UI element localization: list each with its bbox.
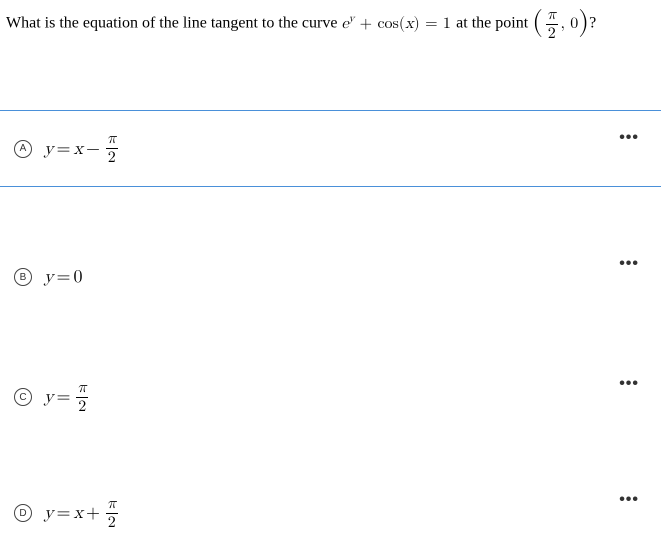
option-a[interactable]: A y = x − π 2 ••• [0,110,661,187]
question-prefix: What is the equation of the line tangent… [6,15,341,32]
option-c-letter: C [14,388,32,406]
more-icon[interactable]: ••• [619,255,639,273]
point: ( π 2 , 0) [532,16,589,32]
more-icon[interactable]: ••• [619,129,639,147]
option-c[interactable]: C y = π 2 ••• [0,367,661,427]
question-text: What is the equation of the line tangent… [0,0,661,42]
option-d-letter: D [14,504,32,522]
more-icon[interactable]: ••• [619,375,639,393]
option-a-equation: y = x − π 2 [44,131,120,166]
question-mid: at the point [456,15,532,32]
option-c-fraction: π 2 [76,380,89,415]
option-c-equation: y = π 2 [44,380,91,415]
option-b-equation: y = 0 [44,266,83,288]
option-b[interactable]: B y = 0 ••• [0,247,661,307]
option-b-letter: B [14,268,32,286]
option-d-equation: y = x + π 2 [44,496,120,531]
curve-equation: ey + cos(x) = 1 [341,16,456,32]
question-mark: ? [589,15,596,32]
option-d[interactable]: D y = x + π 2 ••• [0,483,661,543]
options-list: A y = x − π 2 ••• B y = 0 ••• C y = π [0,110,661,543]
more-icon[interactable]: ••• [619,491,639,509]
option-d-fraction: π 2 [105,496,118,531]
option-a-fraction: π 2 [105,131,118,166]
point-fraction: π 2 [545,7,558,42]
option-a-letter: A [14,140,32,158]
